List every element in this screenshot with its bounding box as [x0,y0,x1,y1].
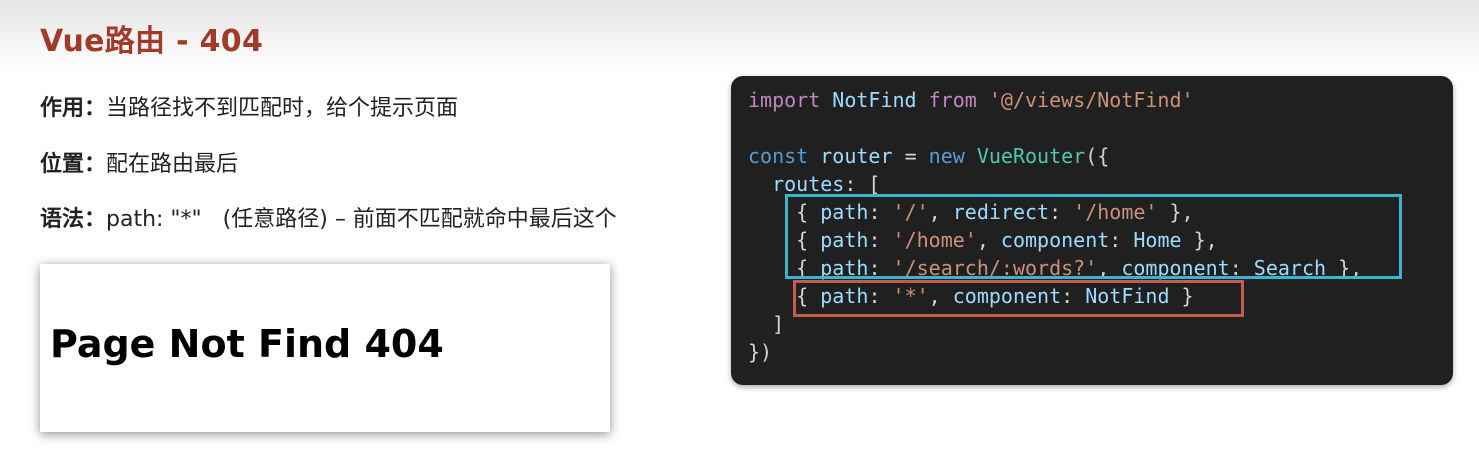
code-line-import: import NotFind from '@/views/NotFind' [748,88,1194,112]
position-label: 位置： [40,152,107,177]
code-token: routes [772,172,845,196]
code-token: ] [772,312,785,336]
code-line-router-close: }) [748,340,772,364]
position-text: 配在路由最后 [106,152,239,177]
existing-routes-highlight [785,194,1402,279]
code-token: from [928,88,977,112]
purpose-line: 作用：当路径找不到匹配时，给个提示页面 [40,90,458,122]
purpose-label: 作用： [40,96,107,121]
page-title: Vue路由 - 404 [40,24,264,59]
code-token: ({ [1085,144,1110,168]
code-token: import [748,88,821,112]
code-token: NotFind [832,88,917,112]
code-token: const [748,144,809,168]
wildcard-route-highlight [793,280,1244,317]
code-token: }) [748,340,773,364]
position-line: 位置：配在路由最后 [40,146,238,178]
code-token: : [ [844,172,881,196]
syntax-label: 语法： [40,207,107,232]
code-line-router: const router = new VueRouter({ [748,144,1109,168]
code-token: router [820,144,893,168]
preview-heading: Page Not Find 404 [50,322,444,366]
code-token: new [928,144,965,168]
purpose-text: 当路径找不到匹配时，给个提示页面 [106,96,459,121]
code-token: = [904,144,917,168]
code-token: '@/views/NotFind' [988,88,1194,112]
code-token: VueRouter [976,144,1086,168]
syntax-line: 语法：path: "*" (任意路径) – 前面不匹配就命中最后这个 [40,201,617,233]
code-line-routes: routes: [ [748,172,880,196]
not-found-preview: Page Not Find 404 [40,264,610,432]
syntax-text: path: "*" (任意路径) – 前面不匹配就命中最后这个 [106,207,617,232]
code-line-routes-close: ] [748,312,784,336]
